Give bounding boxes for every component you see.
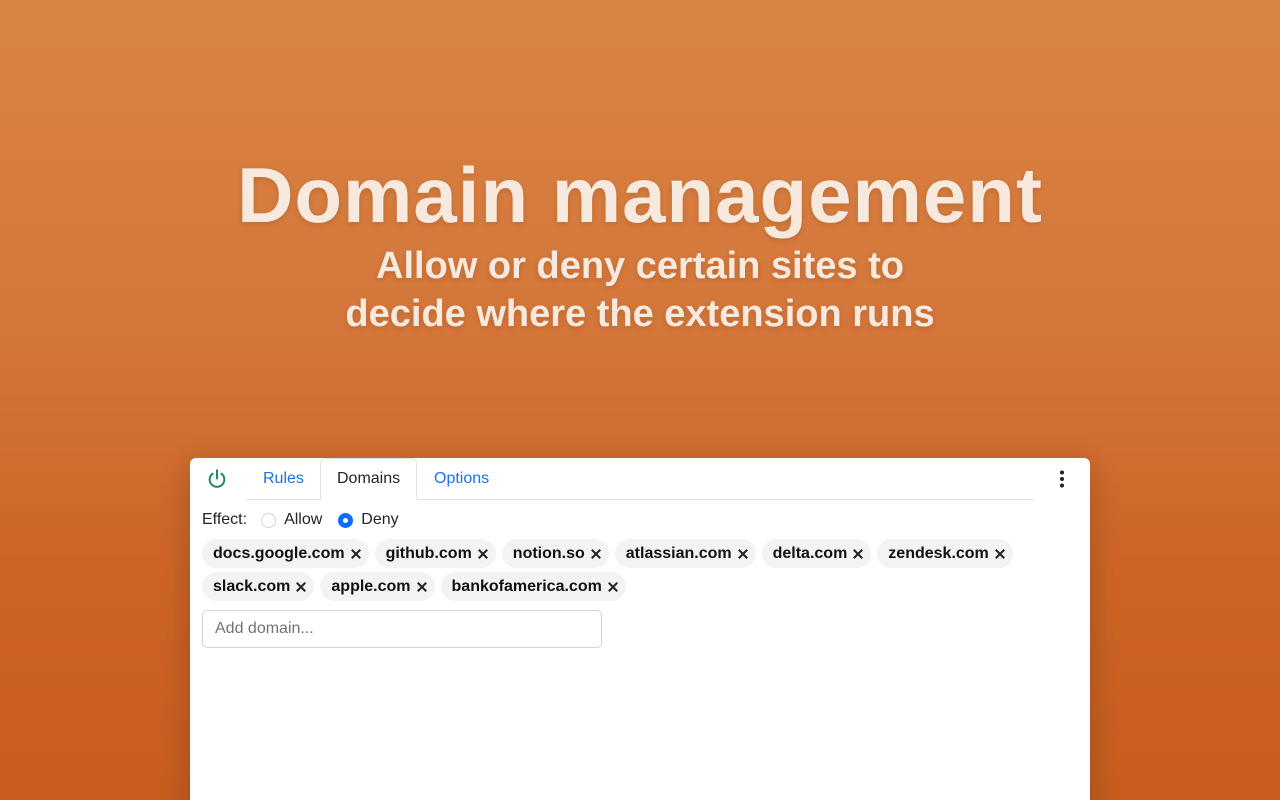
hero-title: Domain management — [237, 151, 1043, 239]
kebab-menu-icon[interactable] — [1052, 468, 1072, 490]
tab-bar: Rules Domains Options — [190, 458, 1090, 500]
close-icon[interactable] — [993, 547, 1007, 561]
hero-subtitle-line-1: Allow or deny certain sites to — [376, 245, 904, 287]
domain-chip-label: zendesk.com — [888, 544, 989, 562]
domain-chip: slack.com — [202, 572, 315, 601]
power-icon[interactable] — [206, 468, 228, 490]
domain-chip-list: docs.google.com github.com notion.so atl… — [202, 539, 1078, 605]
domain-chip: delta.com — [761, 539, 872, 568]
domain-chip: apple.com — [320, 572, 435, 601]
allow-radio-label[interactable]: Allow — [284, 511, 322, 529]
domain-chip-label: github.com — [385, 544, 472, 562]
close-icon[interactable] — [851, 547, 865, 561]
domain-chip: docs.google.com — [202, 539, 369, 568]
domain-chip: github.com — [374, 539, 496, 568]
tab-rules[interactable]: Rules — [247, 458, 321, 499]
domain-chip-label: slack.com — [213, 577, 291, 595]
tab-domains[interactable]: Domains — [320, 458, 417, 500]
domain-chip-row: slack.com apple.com bankofamerica.com — [202, 572, 1078, 601]
effect-selector: Effect: Allow Deny — [202, 510, 415, 530]
hero-subtitle: Allow or deny certain sites to decide wh… — [0, 242, 1280, 338]
close-icon[interactable] — [606, 580, 620, 594]
effect-label: Effect: — [202, 511, 248, 528]
close-icon[interactable] — [349, 547, 363, 561]
close-icon[interactable] — [294, 580, 308, 594]
domain-chip: bankofamerica.com — [440, 572, 626, 601]
tab-options[interactable]: Options — [418, 458, 508, 499]
add-domain-input[interactable] — [202, 610, 602, 648]
deny-radio[interactable] — [338, 512, 354, 528]
deny-radio-label[interactable]: Deny — [361, 511, 398, 529]
domain-chip-label: apple.com — [331, 577, 411, 595]
domain-chip-label: notion.so — [512, 544, 585, 562]
hero-subtitle-line-2: decide where the extension runs — [345, 293, 935, 335]
close-icon[interactable] — [736, 547, 750, 561]
domain-chip: zendesk.com — [877, 539, 1013, 568]
domain-chip-label: bankofamerica.com — [451, 577, 602, 595]
domain-chip: notion.so — [501, 539, 609, 568]
extension-panel: Rules Domains Options Effect: Allow Deny… — [190, 458, 1090, 800]
domain-chip-row: docs.google.com github.com notion.so atl… — [202, 539, 1078, 568]
allow-radio[interactable] — [261, 512, 277, 528]
close-icon[interactable] — [589, 547, 603, 561]
domain-chip-label: atlassian.com — [625, 544, 732, 562]
domain-chip-label: docs.google.com — [213, 544, 345, 562]
domain-chip-label: delta.com — [772, 544, 848, 562]
close-icon[interactable] — [476, 547, 490, 561]
close-icon[interactable] — [415, 580, 429, 594]
domain-chip: atlassian.com — [614, 539, 756, 568]
